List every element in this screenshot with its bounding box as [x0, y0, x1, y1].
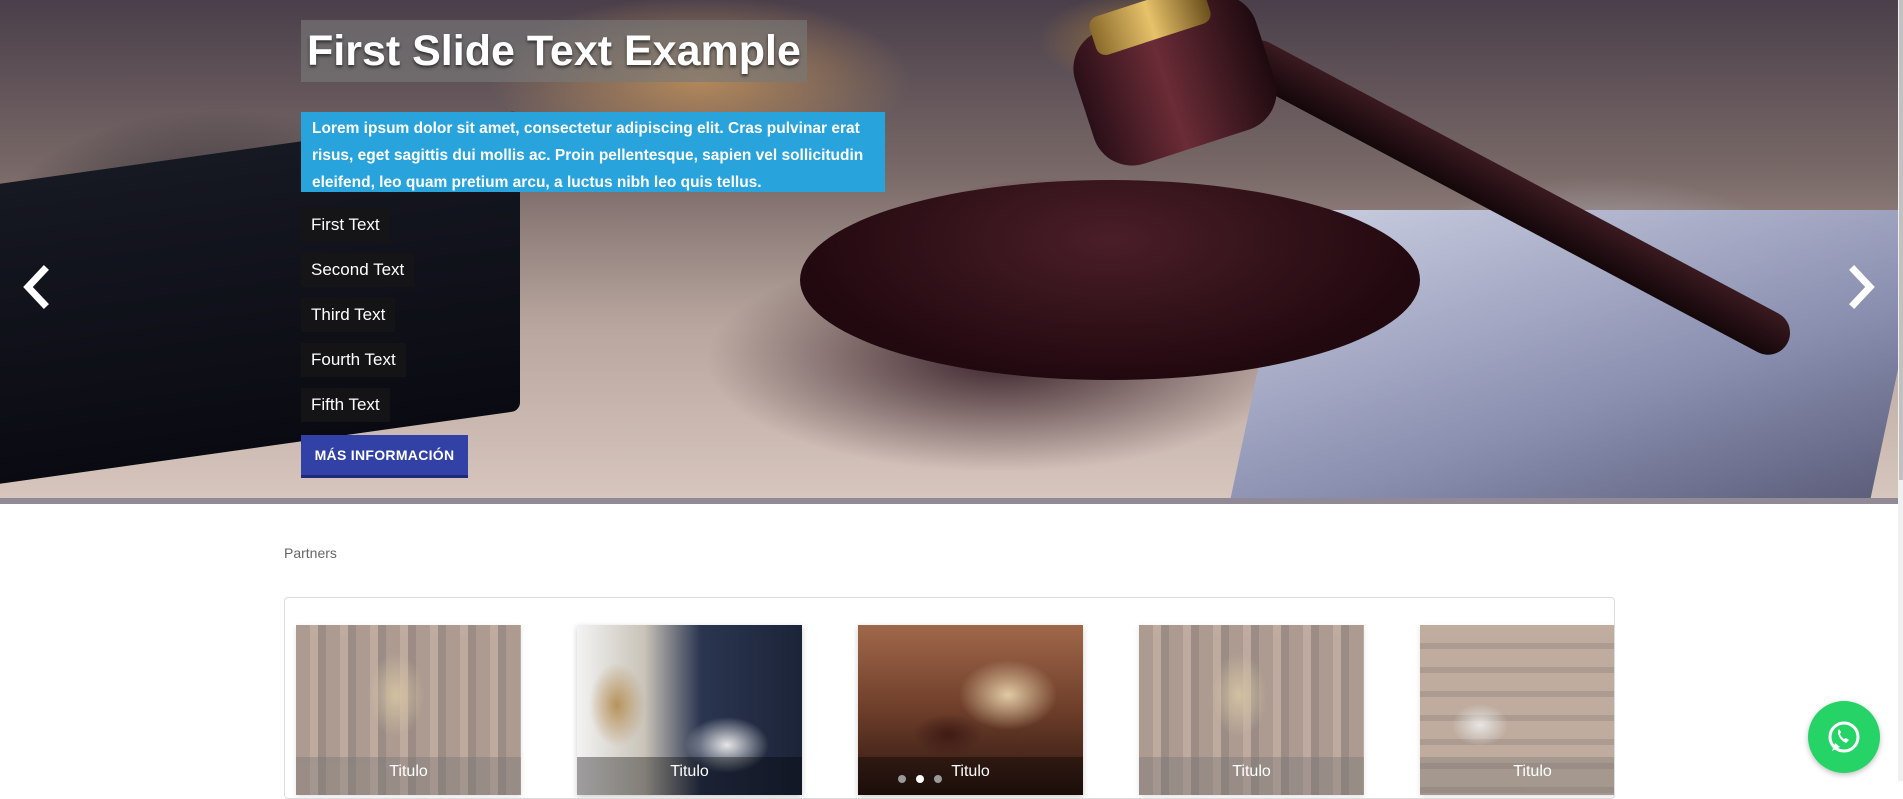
- carousel-dot-3[interactable]: [934, 775, 942, 783]
- whatsapp-icon: [1828, 721, 1860, 753]
- partner-card-5[interactable]: Titulo: [1420, 625, 1614, 795]
- partner-card-caption: Titulo: [1420, 757, 1614, 795]
- prev-slide-button[interactable]: [16, 262, 56, 312]
- partner-card-caption: Titulo: [577, 757, 802, 795]
- chevron-left-icon: [23, 265, 49, 309]
- slide-tag-2: Second Text: [301, 253, 415, 287]
- slide-tag-5: Fifth Text: [301, 388, 390, 422]
- hero-background-block: [800, 180, 1420, 380]
- slide-title: First Slide Text Example: [301, 20, 807, 82]
- partner-card-4[interactable]: Titulo: [1139, 625, 1364, 795]
- partner-card-1[interactable]: Titulo: [296, 625, 521, 795]
- slide-tag-3: Third Text: [301, 298, 396, 332]
- chevron-right-icon: [1849, 265, 1875, 309]
- carousel-dot-2[interactable]: [916, 775, 924, 783]
- partner-card-3[interactable]: Titulo: [858, 625, 1083, 795]
- hero-progress-line: [0, 498, 1898, 504]
- slide-tag-4: Fourth Text: [301, 343, 406, 377]
- whatsapp-button[interactable]: [1808, 701, 1880, 773]
- more-info-button[interactable]: MÁS INFORMACIÓN: [301, 435, 468, 478]
- slide-description: Lorem ipsum dolor sit amet, consectetur …: [301, 112, 885, 192]
- partner-card-caption: Titulo: [858, 757, 1083, 795]
- partners-heading: Partners: [284, 545, 337, 561]
- partner-card-caption: Titulo: [296, 757, 521, 795]
- partner-card-caption: Titulo: [1139, 757, 1364, 795]
- carousel-dots: [898, 775, 942, 783]
- next-slide-button[interactable]: [1842, 262, 1882, 312]
- hero-slider: First Slide Text Example Lorem ipsum dol…: [0, 0, 1898, 504]
- partners-carousel: Titulo Titulo Titulo Titulo Titulo: [284, 597, 1615, 799]
- scrollbar-thumb[interactable]: [1899, 0, 1903, 480]
- partner-card-2[interactable]: Titulo: [577, 625, 802, 795]
- slide-tag-1: First Text: [301, 208, 390, 242]
- carousel-dot-1[interactable]: [898, 775, 906, 783]
